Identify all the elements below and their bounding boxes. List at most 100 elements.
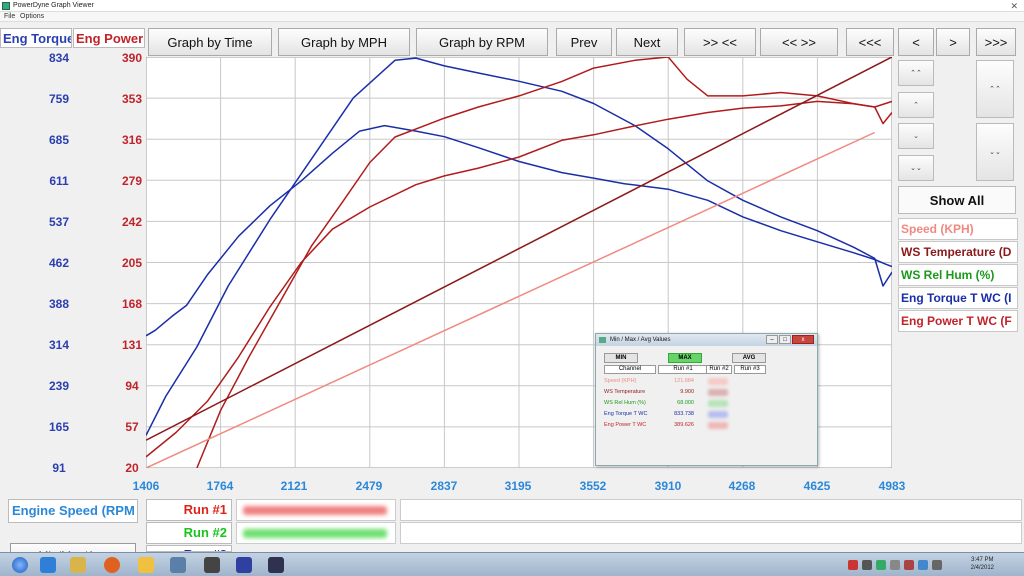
scroll-up-button[interactable]: ⌃⌃: [976, 60, 1014, 118]
start-orb-icon[interactable]: [12, 557, 28, 573]
scale-up-button[interactable]: ⌃: [898, 92, 934, 118]
graph-by-time-button[interactable]: Graph by Time: [148, 28, 272, 56]
tab-max[interactable]: MAX: [668, 353, 702, 363]
header-run3: Run #3: [734, 365, 766, 374]
row-value: 389.626: [674, 422, 694, 428]
pan-left-button[interactable]: <: [898, 28, 934, 56]
x-tick: 2121: [280, 479, 308, 493]
tray-icon[interactable]: [862, 560, 872, 570]
y-tick-torque: 834: [48, 51, 70, 65]
run-2-label[interactable]: Run #2: [146, 522, 232, 544]
y-tick-torque: 537: [48, 215, 70, 229]
y-tick-torque: 462: [48, 256, 70, 270]
graph-by-mph-button[interactable]: Graph by MPH: [278, 28, 410, 56]
redacted-cell: [708, 389, 728, 396]
x-tick: 3552: [579, 479, 607, 493]
viewer-icon[interactable]: [268, 557, 284, 573]
legend-ws-temperature[interactable]: WS Temperature (D: [898, 241, 1018, 263]
x-tick: 4268: [728, 479, 756, 493]
scale-down-button[interactable]: ⌄: [898, 123, 934, 149]
popup-minimize-button[interactable]: –: [766, 335, 778, 344]
run-3-label[interactable]: Run #3: [146, 545, 232, 552]
dyno-app-icon[interactable]: [236, 557, 252, 573]
scale-up-fast-button[interactable]: ⌃⌃: [898, 60, 934, 86]
tray-volume-icon[interactable]: [918, 560, 928, 570]
header-run1: Run #1: [658, 365, 708, 374]
clock-date: 2/4/2012: [970, 565, 994, 571]
power-axis-header: Eng Power: [73, 28, 145, 48]
app-icon[interactable]: [170, 557, 186, 573]
row-value: 833.738: [674, 411, 694, 417]
scale-down-fast-button[interactable]: ⌄⌄: [898, 155, 934, 181]
run-1-info: [400, 499, 1022, 521]
legend-ws-rel-hum[interactable]: WS Rel Hum (%): [898, 264, 1018, 286]
media-icon[interactable]: [138, 557, 154, 573]
redacted-cell: [708, 411, 728, 418]
firefox-icon[interactable]: [104, 557, 120, 573]
run-1-label[interactable]: Run #1: [146, 499, 232, 521]
tab-min[interactable]: MIN: [604, 353, 638, 363]
folder-icon[interactable]: [70, 557, 86, 573]
y-tick-torque: 91: [52, 461, 66, 475]
menu-file[interactable]: File: [4, 12, 15, 22]
tool-icon[interactable]: [204, 557, 220, 573]
ie-icon[interactable]: [40, 557, 56, 573]
x-tick: 4983: [878, 479, 906, 493]
tray-icon[interactable]: [932, 560, 942, 570]
tray-alert-icon[interactable]: [848, 560, 858, 570]
x-axis-label: Engine Speed (RPM: [8, 499, 138, 523]
clock[interactable]: 3:47 PM 2/4/2012: [971, 556, 994, 572]
x-tick: 1764: [206, 479, 234, 493]
tray-network-icon[interactable]: [890, 560, 900, 570]
pan-right-button[interactable]: >: [936, 28, 970, 56]
tray-icon[interactable]: [876, 560, 886, 570]
row-value: 121.684: [674, 378, 694, 384]
header-run2: Run #2: [706, 365, 732, 374]
run-1-file: [236, 499, 396, 521]
legend-speed[interactable]: Speed (KPH): [898, 218, 1018, 240]
tab-avg[interactable]: AVG: [732, 353, 766, 363]
y-tick-torque: 759: [48, 92, 70, 106]
x-tick: 3910: [654, 479, 682, 493]
x-tick: 4625: [803, 479, 831, 493]
pan-right-fast-button[interactable]: >>>: [976, 28, 1016, 56]
torque-axis-header: Eng Torque: [0, 28, 72, 48]
header-channel: Channel: [604, 365, 656, 374]
prev-button[interactable]: Prev: [556, 28, 612, 56]
run-2-file: [236, 522, 396, 544]
title-bar: PowerDyne Graph Viewer ✕: [0, 0, 1024, 12]
redacted-cell: [708, 422, 728, 429]
redacted-cell: [708, 400, 728, 407]
pan-left-fast-button[interactable]: <<<: [846, 28, 894, 56]
y-tick-torque: 165: [48, 420, 70, 434]
popup-maximize-button[interactable]: □: [779, 335, 791, 344]
window-close-button[interactable]: ✕: [1010, 0, 1018, 12]
zoom-out-button[interactable]: << >>: [760, 28, 838, 56]
x-tick: 2479: [355, 479, 383, 493]
show-all-button[interactable]: Show All: [898, 186, 1016, 214]
popup-close-button[interactable]: x: [792, 335, 814, 344]
window-title: PowerDyne Graph Viewer: [13, 2, 94, 9]
legend-eng-power[interactable]: Eng Power T WC (F: [898, 310, 1018, 332]
row-value: 68.000: [677, 400, 694, 406]
zoom-in-button[interactable]: >> <<: [684, 28, 756, 56]
popup-app-icon: [599, 337, 606, 343]
menu-options[interactable]: Options: [20, 12, 44, 22]
y-tick-torque: 611: [49, 174, 69, 188]
y-tick-torque: 388: [48, 297, 70, 311]
legend-eng-torque[interactable]: Eng Torque T WC (I: [898, 287, 1018, 309]
redacted-cell: [708, 378, 728, 385]
tray-icon[interactable]: [904, 560, 914, 570]
y-tick-torque: 239: [48, 379, 70, 393]
run-2-info: [400, 522, 1022, 544]
next-button[interactable]: Next: [616, 28, 678, 56]
x-tick: 1406: [132, 479, 160, 493]
x-tick: 2837: [430, 479, 458, 493]
x-tick: 3195: [504, 479, 532, 493]
taskbar: 3:47 PM 2/4/2012: [0, 552, 1024, 576]
graph-by-rpm-button[interactable]: Graph by RPM: [416, 28, 548, 56]
y-tick-torque: 685: [48, 133, 70, 147]
min-max-avg-window: Min / Max / Avg Values – □ x MIN MAX AVG…: [595, 333, 818, 466]
scroll-down-button[interactable]: ⌄⌄: [976, 123, 1014, 181]
app-icon: [2, 2, 10, 10]
